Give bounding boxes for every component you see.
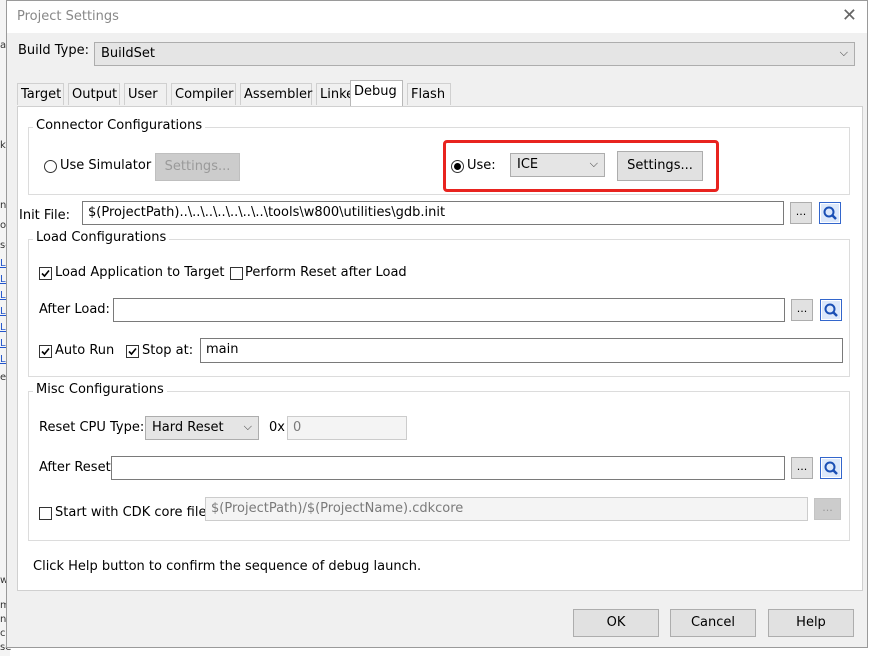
dialog-title: Project Settings [17,9,119,24]
after-reset-browse-button[interactable]: ... [791,457,813,479]
auto-run-checkbox[interactable] [39,345,52,358]
search-icon [821,204,839,222]
cdk-core-file-checkbox[interactable] [39,507,52,520]
perform-reset-label: Perform Reset after Load [245,265,407,280]
simulator-settings-button[interactable]: Settings... [155,153,240,181]
after-reset-search-button[interactable] [820,457,842,479]
background-text: k [0,140,6,151]
after-load-search-button[interactable] [820,299,842,321]
tab-compiler[interactable]: Compiler [171,83,236,105]
title-bar[interactable]: Project Settings ✕ [7,1,867,33]
misc-group-title: Misc Configurations [33,382,167,397]
after-reset-label: After Reset: [39,460,116,475]
load-application-checkbox[interactable] [39,267,52,280]
init-file-search-button[interactable] [819,202,841,224]
checkmark-icon [128,347,137,356]
init-file-browse-button[interactable]: ... [790,202,812,224]
chevron-down-icon: ⌵ [243,420,252,433]
stop-at-checkbox[interactable] [126,345,139,358]
ok-button[interactable]: OK [573,609,659,637]
checkmark-icon [41,347,50,356]
cancel-button[interactable]: Cancel [670,609,756,637]
connector-configurations-group: Connector Configurations Use Simulator S… [28,118,850,195]
reset-address-field[interactable]: 0 [287,416,407,440]
debug-tab-panel: Connector Configurations Use Simulator S… [17,106,863,591]
build-type-select[interactable]: BuildSet ⌵ [94,42,855,66]
red-highlight-box [443,140,719,192]
connector-group-title: Connector Configurations [33,118,206,133]
cdk-core-file-field[interactable]: $(ProjectPath)/$(ProjectName).cdkcore [205,497,808,521]
use-simulator-label: Use Simulator [60,158,152,173]
search-icon [822,301,840,319]
load-configurations-group: Load Configurations Load Application to … [28,230,850,377]
use-simulator-radio[interactable] [44,160,57,173]
tab-flash[interactable]: Flash [407,83,451,105]
tab-output[interactable]: Output [68,83,120,105]
cdk-core-browse-button[interactable]: ... [814,498,841,520]
help-button[interactable]: Help [768,609,854,637]
tab-target[interactable]: Target [17,83,64,105]
tab-debug[interactable]: Debug [350,80,403,106]
init-file-field[interactable]: $(ProjectPath)..\..\..\..\..\..\..\tools… [82,201,784,225]
after-load-browse-button[interactable]: ... [791,299,813,321]
hex-prefix-label: 0x [269,420,285,435]
reset-cpu-type-select[interactable]: Hard Reset ⌵ [145,416,259,440]
after-load-label: After Load: [39,302,110,317]
perform-reset-checkbox[interactable] [230,267,243,280]
chevron-down-icon: ⌵ [839,46,848,59]
checkmark-icon [41,269,50,278]
load-group-title: Load Configurations [33,230,170,245]
search-icon [822,459,840,477]
tab-user[interactable]: User [124,83,167,105]
build-type-value: BuildSet [101,46,155,61]
tab-assembler[interactable]: Assembler [240,83,312,105]
cdk-core-file-label: Start with CDK core file: [55,505,211,520]
init-file-label: Init File: [19,208,71,223]
after-reset-field[interactable] [111,456,785,480]
after-load-field[interactable] [113,298,785,322]
close-icon[interactable]: ✕ [842,6,857,26]
load-application-label: Load Application to Target [55,265,225,280]
project-settings-dialog: Project Settings ✕ Build Type: BuildSet … [6,0,868,648]
stop-at-label: Stop at: [142,343,194,358]
stop-at-field[interactable]: main [200,338,843,363]
build-type-label: Build Type: [18,43,90,58]
misc-configurations-group: Misc Configurations Reset CPU Type: Hard… [28,382,850,541]
reset-cpu-type-value: Hard Reset [152,420,224,435]
help-hint-text: Click Help button to confirm the sequenc… [33,559,422,574]
auto-run-label: Auto Run [55,343,115,358]
reset-cpu-type-label: Reset CPU Type: [39,420,145,435]
